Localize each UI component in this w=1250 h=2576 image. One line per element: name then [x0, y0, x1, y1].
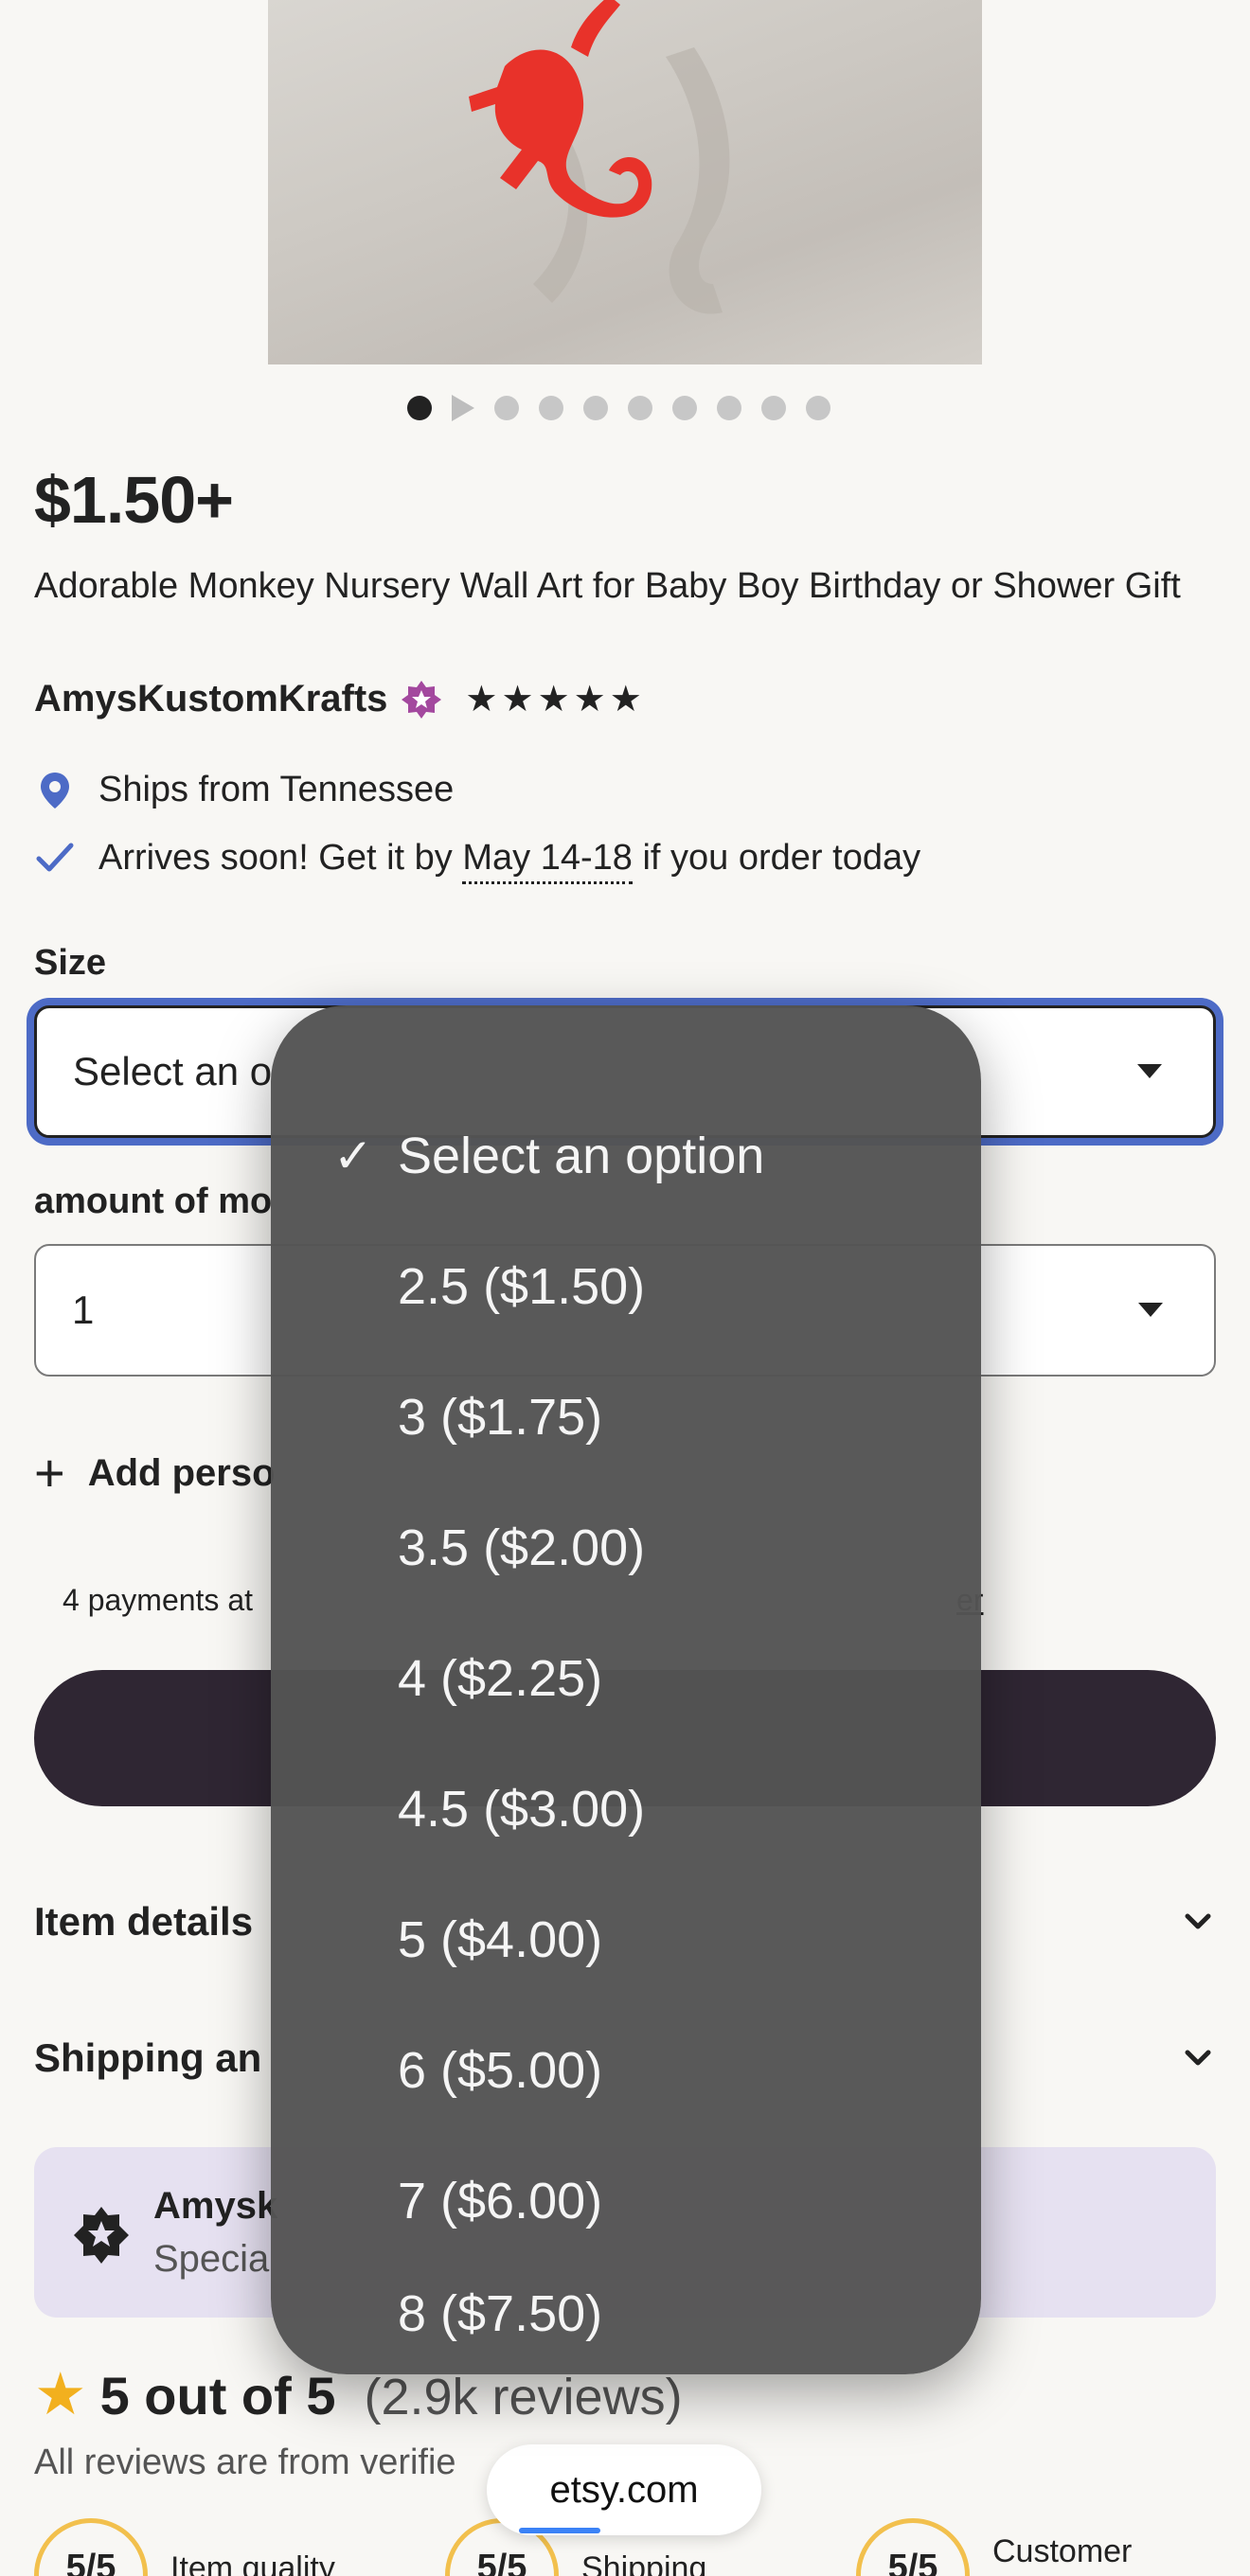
add-personalization-button[interactable]: + Add perso — [34, 1447, 276, 1500]
star-icon: ★ — [501, 679, 534, 720]
carousel-dot[interactable] — [761, 396, 786, 420]
size-option[interactable]: 4.5 ($3.00) — [271, 1744, 981, 1874]
star-icon: ★ — [465, 679, 498, 720]
arrives-suffix: if you order today — [642, 837, 921, 878]
carousel-dot[interactable] — [628, 396, 652, 420]
review-count: (2.9k reviews) — [364, 2369, 683, 2425]
url-text: etsy.com — [549, 2468, 699, 2511]
add-personalization-label: Add perso — [87, 1451, 276, 1494]
product-image[interactable] — [268, 0, 982, 364]
score-customer-service: 5/5 — [856, 2518, 970, 2576]
star-icon: ★ — [537, 679, 570, 720]
amount-select-value: 1 — [72, 1288, 95, 1332]
page-load-progress — [519, 2528, 600, 2533]
arrives-prefix: Arrives soon! Get it by — [98, 837, 453, 878]
size-option[interactable]: 3.5 ($2.00) — [271, 1483, 981, 1613]
size-option[interactable]: 6 ($5.00) — [271, 2005, 981, 2136]
amount-label: amount of mo — [34, 1181, 273, 1221]
carousel-dot-active[interactable] — [407, 396, 432, 420]
checkmark-icon — [36, 843, 74, 872]
rating-text: 5 out of 5 — [99, 2366, 336, 2425]
shop-banner-name: Amysk — [153, 2185, 278, 2227]
shop-name-link[interactable]: AmysKustomKrafts — [34, 678, 387, 720]
star-icon: ★ — [609, 679, 642, 720]
caret-down-icon — [1138, 1303, 1163, 1317]
size-options-menu[interactable]: ✓ Select an option 2.5 ($1.50) 3 ($1.75)… — [271, 1005, 981, 2374]
browser-url-bar[interactable]: etsy.com — [487, 2444, 761, 2535]
plus-icon: + — [34, 1443, 65, 1502]
star-icon: ★ — [573, 679, 606, 720]
carousel-dot[interactable] — [494, 396, 519, 420]
star-seller-badge-icon — [402, 680, 442, 719]
ships-from-text: Ships from Tennessee — [98, 769, 455, 809]
carousel-dot[interactable] — [539, 396, 563, 420]
payments-text: 4 payments at — [62, 1583, 253, 1617]
size-option[interactable]: 7 ($6.00) — [271, 2136, 981, 2266]
reviews-note: All reviews are from verifie — [34, 2443, 456, 2482]
size-label: Size — [34, 943, 107, 983]
item-details-label: Item details — [34, 1899, 254, 1944]
size-select-value: Select an o — [73, 1049, 273, 1093]
star-icon: ★ — [34, 2362, 87, 2427]
chevron-down-icon — [1185, 1913, 1211, 1929]
star-seller-badge-icon — [74, 2207, 129, 2264]
carousel-indicator[interactable] — [407, 394, 830, 422]
carousel-dot[interactable] — [672, 396, 697, 420]
shipping-label: Shipping an — [34, 2035, 262, 2080]
shop-rating-stars: ★ ★ ★ ★ ★ — [465, 682, 641, 718]
shop-banner-subtitle: Specia — [153, 2238, 270, 2280]
ships-from-row: Ships from Tennessee — [34, 769, 454, 810]
product-price: $1.50+ — [34, 463, 234, 537]
size-option[interactable]: 5 ($4.00) — [271, 1874, 981, 2005]
carousel-dot[interactable] — [717, 396, 741, 420]
size-option[interactable]: ✓ Select an option — [271, 1091, 981, 1221]
caret-down-icon — [1137, 1064, 1162, 1078]
score-label: Item quality — [170, 2550, 335, 2576]
play-icon[interactable] — [452, 395, 474, 421]
size-option[interactable]: 3 ($1.75) — [271, 1352, 981, 1483]
chevron-down-icon — [1185, 2050, 1211, 2066]
arrives-row: Arrives soon! Get it by May 14-18 if you… — [34, 837, 921, 884]
size-option[interactable]: 2.5 ($1.50) — [271, 1221, 981, 1352]
size-option[interactable]: 8 ($7.50) — [271, 2266, 981, 2361]
checkmark-icon: ✓ — [333, 1129, 373, 1182]
score-item-quality: 5/5 — [34, 2518, 148, 2576]
score-label: Shipping — [581, 2550, 707, 2576]
location-pin-icon — [41, 773, 69, 808]
size-option[interactable]: 4 ($2.25) — [271, 1613, 981, 1744]
shop-row[interactable]: AmysKustomKrafts ★ ★ ★ ★ ★ — [34, 678, 642, 720]
carousel-dot[interactable] — [806, 396, 830, 420]
product-title: Adorable Monkey Nursery Wall Art for Bab… — [34, 566, 1181, 606]
carousel-dot[interactable] — [583, 396, 608, 420]
score-label: Customer — [992, 2533, 1133, 2569]
arrival-date-link[interactable]: May 14-18 — [462, 837, 633, 884]
